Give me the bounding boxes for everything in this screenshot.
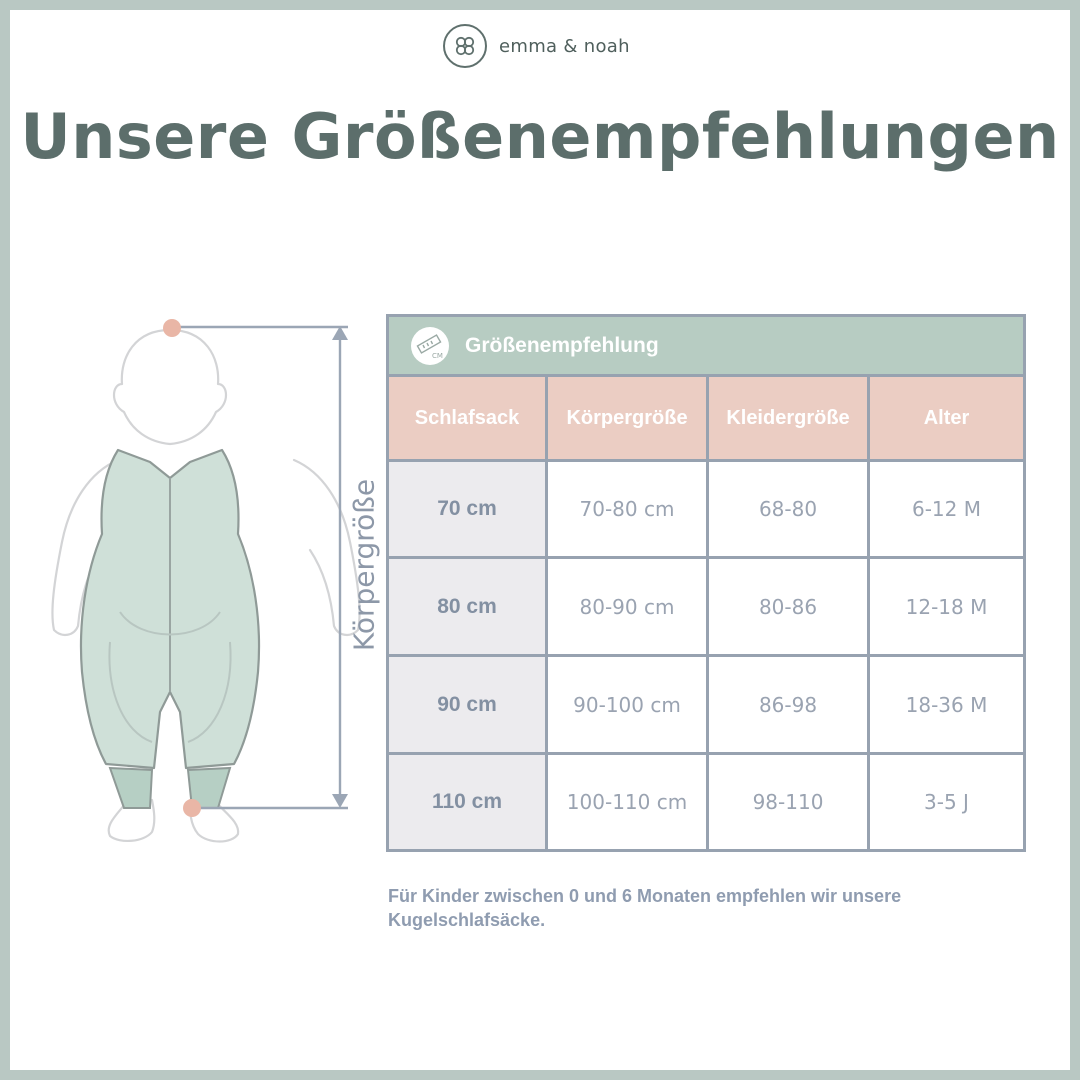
table-cell-clothing-size: 86-98 xyxy=(709,657,867,752)
page-title: Unsere Größenempfehlungen xyxy=(20,100,1060,173)
head-measure-point xyxy=(163,319,181,337)
table-cell-clothing-size: 98-110 xyxy=(709,755,867,849)
size-table: CM Größenempfehlung Schlafsack Körpergrö… xyxy=(386,314,1026,852)
table-cell-sleeping-bag-size: 80 cm xyxy=(389,559,545,654)
table-cell-clothing-size: 80-86 xyxy=(709,559,867,654)
foot-measure-point xyxy=(183,799,201,817)
knot-logo-icon xyxy=(443,24,487,68)
table-cell-age: 6-12 M xyxy=(870,462,1023,556)
table-cell-age: 18-36 M xyxy=(870,657,1023,752)
table-cell-body-height: 80-90 cm xyxy=(548,559,706,654)
table-cell-age: 3-5 J xyxy=(870,755,1023,849)
column-header-schlafsack: Schlafsack xyxy=(389,377,545,459)
table-cell-clothing-size: 68-80 xyxy=(709,462,867,556)
table-cell-age: 12-18 M xyxy=(870,559,1023,654)
height-axis-label-text: Körpergröße xyxy=(347,478,381,652)
table-title: Größenempfehlung xyxy=(465,333,659,357)
table-cell-sleeping-bag-size: 110 cm xyxy=(389,755,545,849)
column-header-kleidergroesse: Kleidergröße xyxy=(709,377,867,459)
table-title-bar: CM Größenempfehlung xyxy=(389,317,1023,374)
table-cell-body-height: 100-110 cm xyxy=(548,755,706,849)
brand: emma & noah xyxy=(443,22,630,70)
column-header-alter: Alter xyxy=(870,377,1023,459)
svg-text:CM: CM xyxy=(432,352,443,360)
table-cell-body-height: 70-80 cm xyxy=(548,462,706,556)
column-header-koerpergroesse: Körpergröße xyxy=(548,377,706,459)
footnote: Für Kinder zwischen 0 und 6 Monaten empf… xyxy=(388,886,902,930)
table-cell-sleeping-bag-size: 70 cm xyxy=(389,462,545,556)
ruler-cm-icon: CM xyxy=(411,326,449,365)
table-cell-body-height: 90-100 cm xyxy=(548,657,706,752)
table-cell-sleeping-bag-size: 90 cm xyxy=(389,657,545,752)
brand-name: emma & noah xyxy=(499,35,630,57)
